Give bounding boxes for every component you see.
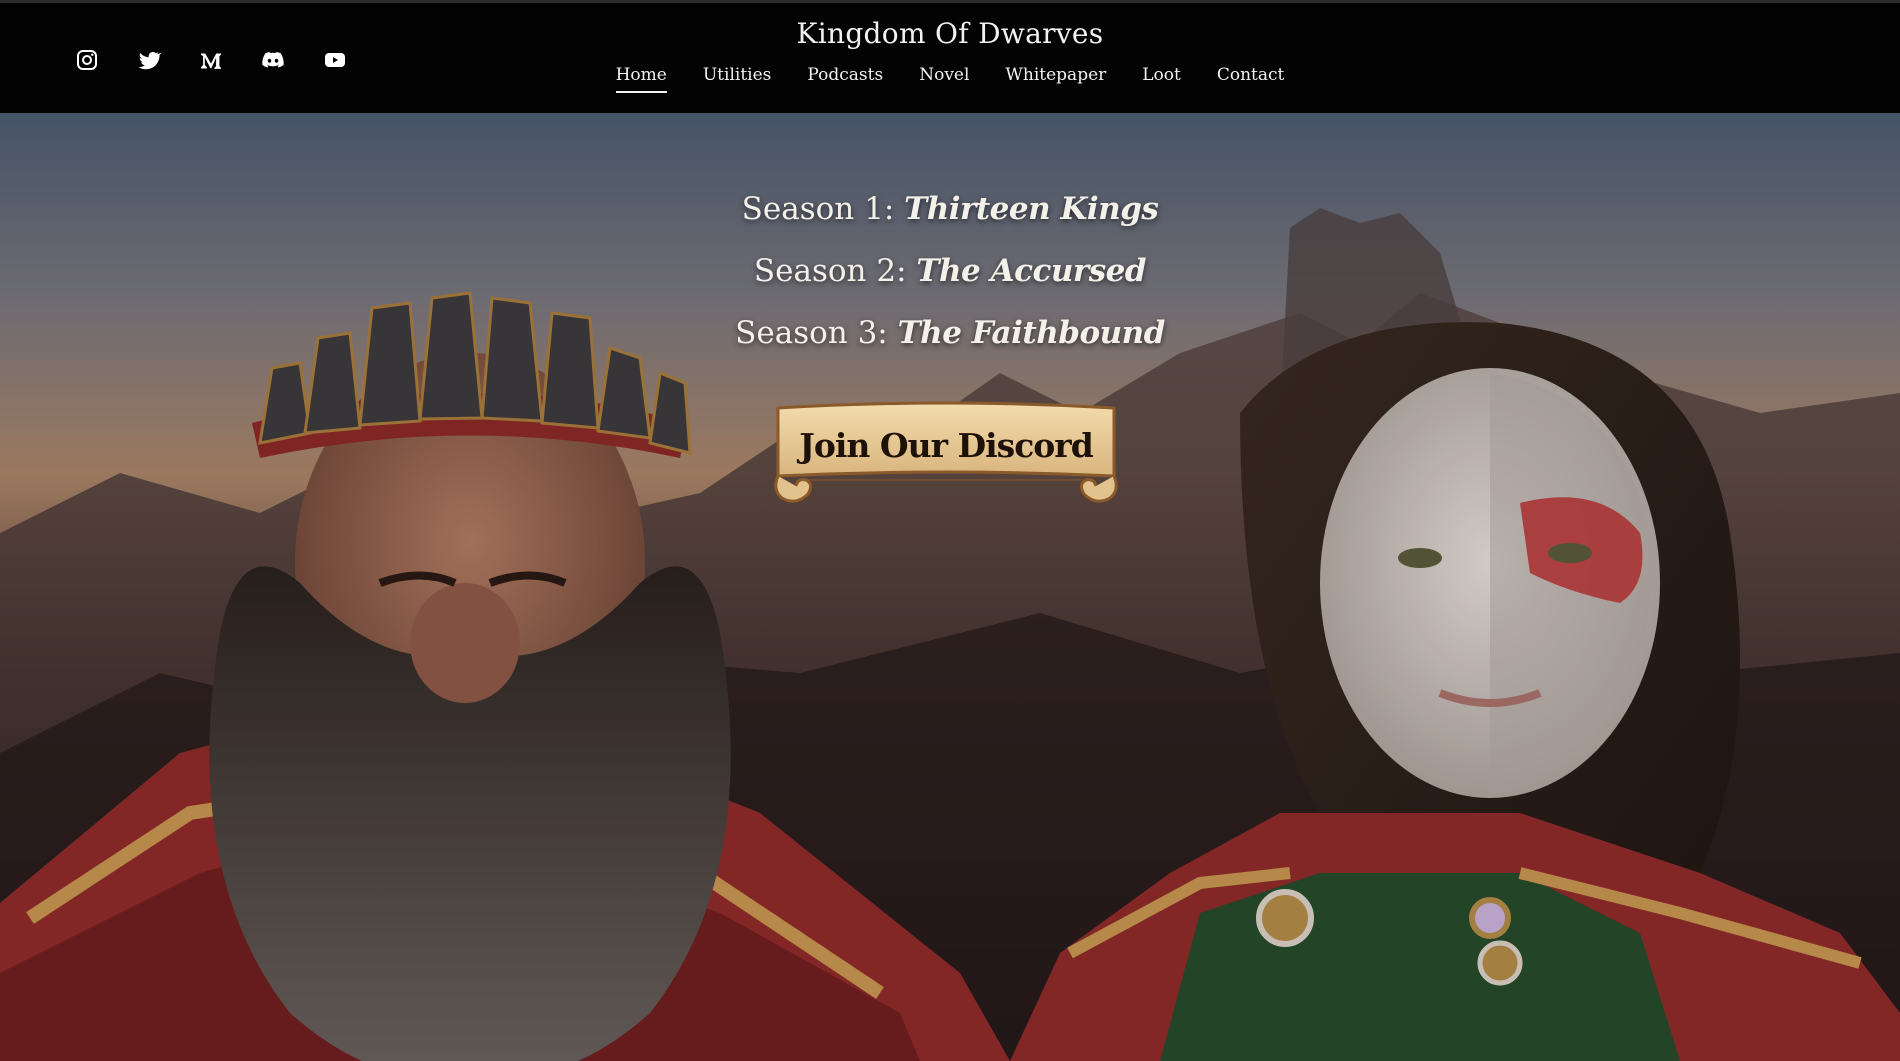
site-header: Kingdom Of Dwarves Home Utilities Podcas… — [0, 0, 1900, 113]
season-1: Season 1: Thirteen Kings — [0, 178, 1900, 240]
site-title[interactable]: Kingdom Of Dwarves — [0, 17, 1900, 50]
season-3: Season 3: The Faithbound — [0, 302, 1900, 364]
season-2-title: The Accursed — [916, 253, 1147, 289]
season-3-title: The Faithbound — [897, 315, 1166, 351]
season-1-prefix: Season 1: — [741, 191, 895, 227]
season-list: Season 1: Thirteen Kings Season 2: The A… — [0, 178, 1900, 364]
season-2: Season 2: The Accursed — [0, 240, 1900, 302]
main-nav: Home Utilities Podcasts Novel Whitepaper… — [0, 65, 1900, 93]
nav-utilities[interactable]: Utilities — [703, 65, 772, 93]
hero-banner: Season 1: Thirteen Kings Season 2: The A… — [0, 113, 1900, 1061]
nav-podcasts[interactable]: Podcasts — [807, 65, 883, 93]
nav-novel[interactable]: Novel — [919, 65, 969, 93]
season-2-prefix: Season 2: — [753, 253, 907, 289]
page: Kingdom Of Dwarves Home Utilities Podcas… — [0, 0, 1900, 1061]
nav-loot[interactable]: Loot — [1142, 65, 1181, 93]
season-1-title: Thirteen Kings — [904, 191, 1159, 227]
season-3-prefix: Season 3: — [735, 315, 888, 351]
nav-contact[interactable]: Contact — [1217, 65, 1285, 93]
join-discord-button[interactable]: Join Our Discord — [770, 398, 1122, 510]
nav-whitepaper[interactable]: Whitepaper — [1005, 65, 1106, 93]
nav-home[interactable]: Home — [615, 65, 668, 93]
join-discord-label: Join Our Discord — [799, 426, 1094, 465]
